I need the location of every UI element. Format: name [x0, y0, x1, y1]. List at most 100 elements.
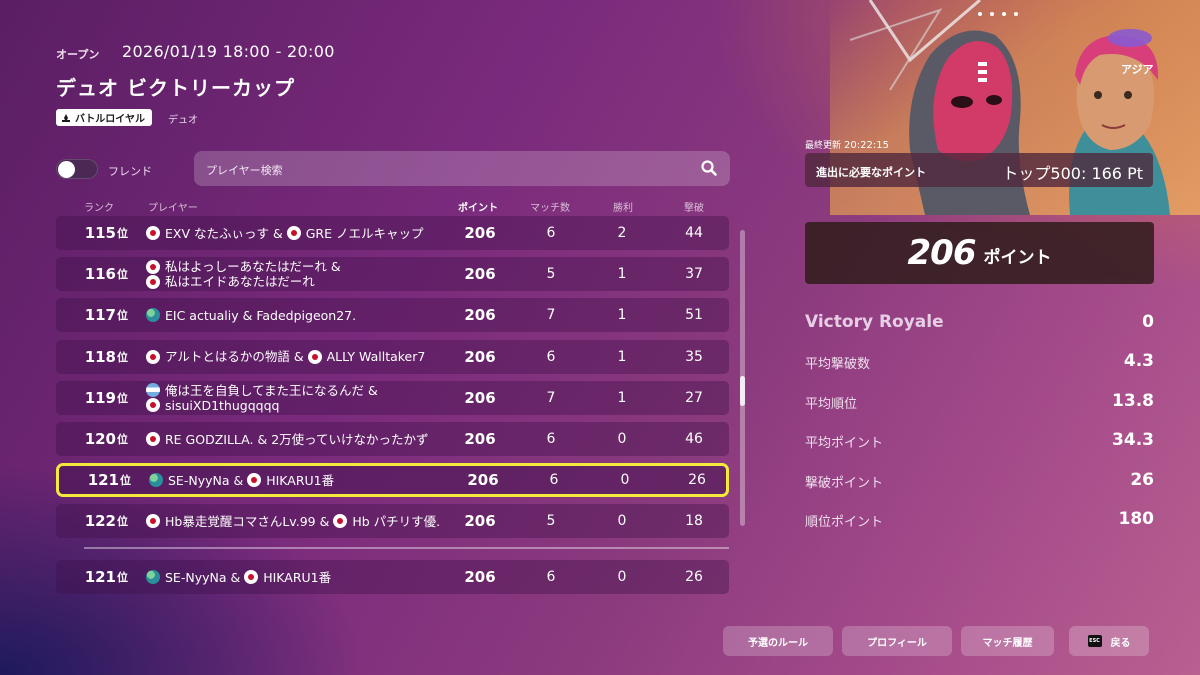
jp-flag-icon: [146, 226, 160, 240]
player-2-name: ALLY Walltaker7: [326, 349, 426, 365]
player-2-name: HIKARU1番: [263, 569, 332, 585]
player-1-name: アルトとはるかの物語: [165, 349, 290, 365]
column-player: プレイヤー: [148, 203, 198, 214]
rank-suffix: 位: [117, 391, 128, 405]
stat-label-elim-points: 撃破ポイント: [805, 476, 884, 491]
eliminations-cell: 46: [685, 431, 703, 447]
rank-cell: 121 位: [56, 560, 128, 594]
rank-number: 121: [84, 568, 116, 586]
player-names: EXV なたふぃっす & GRE ノエルキャップ: [146, 216, 446, 250]
wins-cell: 1: [617, 266, 627, 283]
leaderboard-row[interactable]: 120 位 RE GODZILLA. & 2万使っていけなかったかず 206 6 0 46: [56, 422, 729, 456]
rank-number: 118: [84, 347, 116, 366]
points-cell: 206: [464, 347, 496, 366]
globe-flag-icon: [146, 570, 160, 584]
rank-number: 115: [84, 224, 116, 242]
profile-button[interactable]: プロフィール: [842, 626, 952, 656]
wins-cell: 2: [617, 225, 627, 241]
search-placeholder: プレイヤー検索: [206, 164, 283, 177]
player-search-input[interactable]: プレイヤー検索: [194, 151, 730, 186]
eliminations-cell: 27: [685, 389, 703, 406]
leaderboard-row[interactable]: 122 位 Hb暴走覚醒コマさんLv.99 & Hb パチリす優. 206 5 0 18: [56, 504, 729, 539]
jp-flag-icon: [333, 514, 348, 529]
rank-cell: 119 位: [56, 381, 128, 415]
jp-flag-icon: [146, 514, 160, 529]
player-1-name: EIC actualiy: [165, 307, 239, 323]
matches-cell: 6: [549, 472, 559, 489]
rules-button-label: 予選のルール: [748, 637, 808, 649]
total-points-box: 206 ポイント: [805, 222, 1154, 284]
player-names: EIC actualiy & Fadedpigeon27.: [146, 298, 446, 332]
mode-badge-label: バトルロイヤル: [75, 114, 145, 125]
rank-suffix: 位: [117, 227, 128, 240]
leaderboard-row[interactable]: 117 位 EIC actualiy & Fadedpigeon27. 206 7 1 51: [56, 298, 729, 333]
wins-cell: 0: [617, 431, 627, 447]
player-2-name: 2万使っていけなかったかず: [271, 431, 429, 447]
my-rank-row[interactable]: 121 位 SE-NyyNa & HIKARU1番 206 6 0 26: [56, 560, 729, 594]
eliminations-cell: 44: [685, 225, 703, 241]
stat-label-avg-points: 平均ポイント: [805, 436, 884, 451]
matches-cell: 6: [546, 431, 556, 447]
total-points-unit: ポイント: [983, 247, 1052, 268]
matches-cell: 7: [546, 307, 556, 324]
back-button[interactable]: ESC 戻る: [1069, 626, 1149, 656]
column-matches: マッチ数: [530, 203, 570, 214]
rank-suffix: 位: [117, 433, 128, 446]
player-names: RE GODZILLA. & 2万使っていけなかったかず: [146, 422, 446, 456]
mode-subtitle: デュオ: [168, 115, 198, 126]
matches-cell: 6: [546, 225, 556, 241]
tournament-datetime: 2026/01/19 18:00 - 20:00: [122, 42, 335, 61]
wins-cell: 1: [617, 389, 627, 406]
matches-cell: 6: [546, 348, 556, 365]
player-1-name: 私はよっしーあなたはだーれ: [165, 259, 327, 275]
mode-badge: バトルロイヤル: [56, 109, 152, 126]
region-label: アジア: [1121, 63, 1154, 76]
battle-royale-icon: [62, 113, 70, 122]
stat-value-elim-points: 26: [1130, 470, 1154, 490]
stat-value-avg-placement: 13.8: [1112, 391, 1154, 411]
page-title: デュオ ビクトリーカップ: [56, 76, 295, 100]
stat-value-avg-points: 34.3: [1112, 430, 1154, 450]
stat-label-avg-eliminations: 平均撃破数: [805, 357, 871, 372]
matches-cell: 5: [546, 513, 556, 530]
player-2-name: Fadedpigeon27.: [256, 307, 357, 323]
jp-flag-icon: [244, 570, 259, 584]
points-cell: 206: [464, 512, 496, 531]
player-1-name: SE-NyyNa: [168, 472, 230, 488]
rank-number: 121: [87, 471, 119, 490]
leaderboard-row[interactable]: 116 位私はよっしーあなたはだーれ & 私はエイドあなたはだーれ 206 5 1 37: [56, 257, 729, 292]
friend-toggle[interactable]: [56, 159, 98, 179]
rank-cell: 121 位: [59, 466, 131, 494]
jp-flag-icon: [146, 398, 160, 413]
last-updated-label: 最終更新: [805, 141, 842, 151]
required-points-value: トップ500: 166 Pt: [1002, 164, 1143, 183]
column-rank: ランク: [84, 203, 114, 214]
rank-cell: 116 位: [56, 257, 128, 291]
last-updated-time: 20:22:15: [844, 140, 889, 151]
player-1-name: RE GODZILLA.: [165, 431, 254, 447]
wins-cell: 0: [617, 513, 627, 530]
rank-suffix: 位: [117, 571, 128, 584]
leaderboard-row[interactable]: 115 位 EXV なたふぃっす & GRE ノエルキャップ 206 6 2 44: [56, 216, 729, 250]
last-updated: 最終更新 20:22:15: [805, 138, 889, 151]
leaderboard-row[interactable]: 121 位 SE-NyyNa & HIKARU1番 206 6 0 26: [56, 463, 729, 498]
column-eliminations: 撃破: [684, 203, 704, 214]
matches-cell: 7: [546, 389, 556, 406]
search-icon[interactable]: [700, 159, 718, 177]
rules-button[interactable]: 予選のルール: [723, 626, 833, 656]
leaderboard-row[interactable]: 119 位俺は王を自負してまた王になるんだ & sisuiXD1thugqqqq 2…: [56, 380, 729, 415]
rank-number: 116: [84, 265, 116, 284]
matches-cell: 6: [546, 569, 556, 585]
required-points-box: 進出に必要なポイント トップ500: 166 Pt: [805, 153, 1153, 187]
rank-number: 119: [84, 388, 116, 407]
jp-flag-icon: [247, 473, 262, 488]
jp-flag-icon: [146, 274, 160, 289]
match-history-button[interactable]: マッチ履歴: [961, 626, 1054, 656]
scrollbar-thumb[interactable]: [740, 376, 745, 407]
player-names: SE-NyyNa & HIKARU1番: [149, 466, 449, 494]
leaderboard-row[interactable]: 118 位アルトとはるかの物語 & ALLY Walltaker7 206 6 1 35: [56, 339, 729, 374]
divider: [84, 547, 729, 549]
jp-flag-icon: [146, 432, 160, 446]
stat-value-placement-points: 180: [1118, 509, 1155, 529]
back-button-label: 戻る: [1110, 637, 1131, 649]
